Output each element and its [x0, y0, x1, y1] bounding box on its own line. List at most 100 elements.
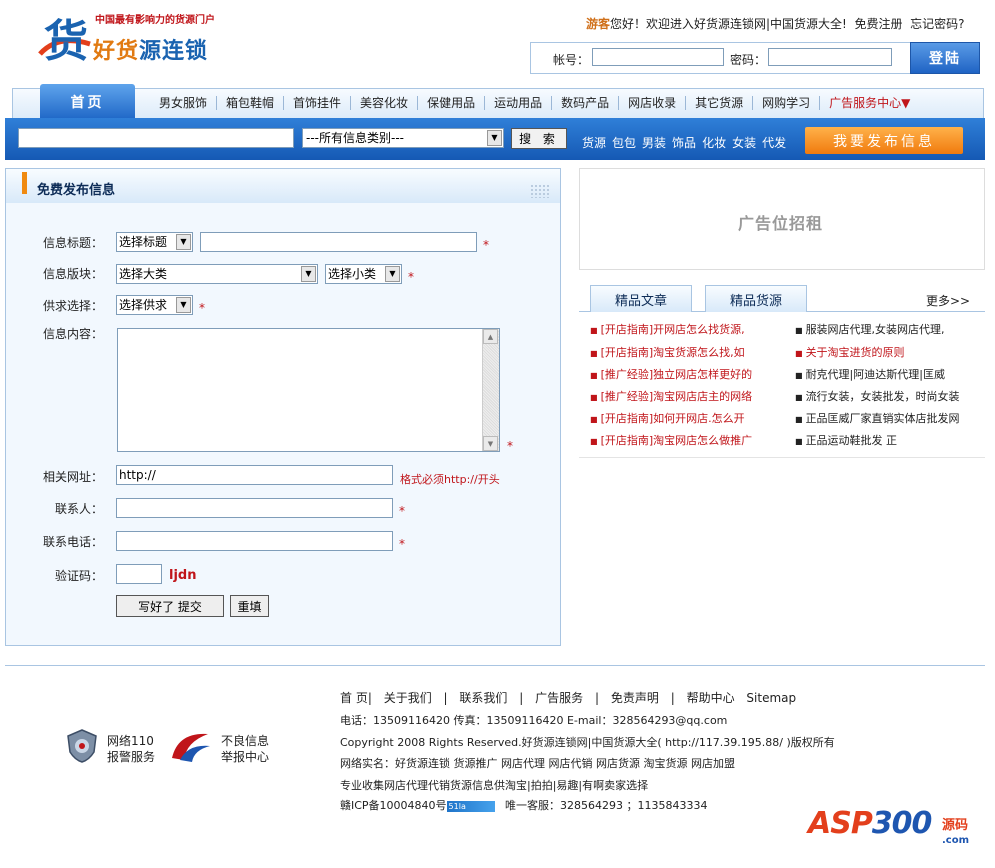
article-link[interactable]: ■ [推广经验]淘宝网店店主的网络: [590, 388, 770, 404]
minor-category-select[interactable]: 选择小类 ▼: [325, 264, 402, 284]
register-link[interactable]: 免费注册: [855, 17, 903, 31]
hot-link[interactable]: 代发: [762, 136, 786, 150]
source-link[interactable]: ■ 正品运动鞋批发 正: [795, 432, 980, 448]
nav-item[interactable]: 首饰挂件: [284, 96, 352, 110]
guest-label: 游客: [586, 17, 611, 31]
footer-contact: 电话：13509116420 传真：13509116420 E-mail：328…: [340, 714, 728, 727]
report-line-1: 不良信息: [221, 734, 270, 748]
hot-link[interactable]: 饰品: [672, 136, 696, 150]
nav-item[interactable]: 男女服饰: [150, 96, 218, 110]
bullet-icon: ■: [795, 393, 803, 402]
submit-button[interactable]: 写好了 提交: [116, 595, 224, 617]
source-link[interactable]: ■ 正品匡威厂家直销实体店批发网: [795, 410, 980, 426]
nav-item[interactable]: 数码产品: [552, 96, 620, 110]
police-line-1: 网络110: [107, 734, 154, 748]
hot-link[interactable]: 女装: [732, 136, 756, 150]
source-link[interactable]: ■ 关于淘宝进货的原则: [795, 344, 980, 360]
bullet-icon: ■: [590, 326, 598, 335]
source-title: 关于淘宝进货的原则: [805, 346, 905, 359]
article-link[interactable]: ■ [开店指南]开网店怎么找货源,: [590, 321, 770, 337]
contact-input[interactable]: [116, 498, 393, 518]
icp-number[interactable]: 赣ICP备10004840号: [340, 799, 447, 812]
nav-item[interactable]: 网购学习: [753, 96, 821, 110]
footer-link-sitemap[interactable]: Sitemap: [746, 691, 796, 705]
content-textarea[interactable]: ▲ ▼: [117, 328, 500, 452]
footer-link-home[interactable]: 首 页|: [340, 691, 372, 705]
scroll-up-icon[interactable]: ▲: [483, 329, 498, 344]
tab-featured-sources[interactable]: 精品货源: [705, 285, 807, 312]
content-label: 信息内容：: [43, 327, 104, 341]
bullet-icon: ■: [590, 349, 598, 358]
reset-button[interactable]: 重填: [230, 595, 269, 617]
asp-text: ASP: [808, 806, 873, 841]
police-badge-icon[interactable]: [65, 728, 99, 764]
hot-link[interactable]: 化妆: [702, 136, 726, 150]
source-link[interactable]: ■ 耐克代理|阿迪达斯代理|匡威: [795, 366, 980, 382]
source-title: 正品运动鞋批发 正: [805, 434, 898, 447]
nav-item[interactable]: 美容化妆: [351, 96, 419, 110]
account-label: 帐号：: [553, 53, 590, 67]
footer-link-ads[interactable]: 广告服务: [535, 691, 583, 705]
footer-copyright: Copyright 2008 Rights Reserved.好货源连锁网|中国…: [340, 736, 835, 749]
login-button[interactable]: 登陆: [910, 42, 980, 74]
bullet-icon: ■: [795, 349, 803, 358]
footer-menu: 首 页| 关于我们 | 联系我们 | 广告服务 | 免责声明 | 帮助中心 Si…: [340, 689, 804, 706]
hot-link[interactable]: 包包: [612, 136, 636, 150]
captcha-input[interactable]: [116, 564, 162, 584]
search-input[interactable]: [18, 128, 294, 148]
hot-link[interactable]: 货源: [582, 136, 606, 150]
hot-link[interactable]: 男装: [642, 136, 666, 150]
info-title-select[interactable]: 选择标题 ▼: [116, 232, 193, 252]
tab-featured-articles[interactable]: 精品文章: [590, 285, 692, 312]
source-link[interactable]: ■ 流行女装，女装批发，时尚女装: [795, 388, 980, 404]
article-link[interactable]: ■ [开店指南]淘宝货源怎么找,如: [590, 344, 770, 360]
sidebar-divider: [579, 457, 985, 458]
major-category-select[interactable]: 选择大类 ▼: [116, 264, 318, 284]
footer-link-disclaimer[interactable]: 免责声明: [611, 691, 659, 705]
ad-placeholder-text: 广告位招租: [738, 214, 824, 233]
asp-cn-1: 源码: [942, 818, 969, 833]
article-title: [推广经验]淘宝网店店主的网络: [600, 390, 753, 403]
captcha-code[interactable]: ljdn: [169, 568, 196, 583]
source-link[interactable]: ■ 服装网店代理,女装网店代理,: [795, 321, 980, 337]
dropdown-arrow-icon: ▼: [176, 234, 191, 250]
hot-links: 货源 包包 男装 饰品 化妆 女装 代发: [582, 134, 792, 151]
scroll-down-icon[interactable]: ▼: [483, 436, 498, 451]
forgot-password-link[interactable]: 忘记密码?: [910, 17, 964, 31]
footer-link-about[interactable]: 关于我们: [384, 691, 432, 705]
nav-item[interactable]: 其它货源: [686, 96, 754, 110]
asp300-logo[interactable]: ASP300: [808, 806, 932, 841]
article-link[interactable]: ■ [推广经验]独立网店怎样更好的: [590, 366, 770, 382]
contact-label: 联系人：: [54, 502, 103, 516]
search-button[interactable]: 搜 索: [511, 128, 567, 149]
supply-demand-select[interactable]: 选择供求 ▼: [116, 295, 193, 315]
report-center-icon[interactable]: [168, 728, 214, 764]
nav-item[interactable]: 保健用品: [418, 96, 486, 110]
password-input[interactable]: [768, 48, 892, 66]
nav-item[interactable]: 箱包鞋帽: [217, 96, 285, 110]
more-link[interactable]: 更多>>: [926, 292, 970, 309]
nav-item[interactable]: 网店收录: [619, 96, 687, 110]
stats-badge[interactable]: 51la: [446, 800, 495, 812]
info-title-input[interactable]: [200, 232, 477, 252]
textarea-scrollbar[interactable]: ▲ ▼: [482, 329, 499, 451]
major-select-value: 选择大类: [119, 267, 168, 281]
article-title: [开店指南]如何开网店.怎么开: [600, 412, 745, 425]
nav-ad-center[interactable]: 广告服务中心▼: [820, 96, 919, 110]
category-select[interactable]: ---所有信息类别--- ▼: [302, 128, 504, 148]
nav-home-tab[interactable]: 首页: [40, 84, 135, 120]
url-input[interactable]: http://: [116, 465, 393, 485]
report-center-label: 不良信息 举报中心: [221, 733, 269, 765]
article-link[interactable]: ■ [开店指南]如何开网店.怎么开: [590, 410, 770, 426]
footer-link-help[interactable]: 帮助中心: [687, 691, 735, 705]
supply-select-value: 选择供求: [119, 298, 168, 312]
category-selected: ---所有信息类别---: [306, 131, 404, 145]
logo-char: 货: [44, 16, 88, 66]
nav-item[interactable]: 运动用品: [485, 96, 553, 110]
publish-info-button[interactable]: 我要发布信息: [805, 127, 963, 154]
footer-link-contact[interactable]: 联系我们: [459, 691, 507, 705]
site-logo[interactable]: 好货源连锁: [93, 33, 208, 65]
article-link[interactable]: ■ [开店指南]淘宝网店怎么做推广: [590, 432, 770, 448]
account-input[interactable]: [592, 48, 724, 66]
phone-input[interactable]: [116, 531, 393, 551]
